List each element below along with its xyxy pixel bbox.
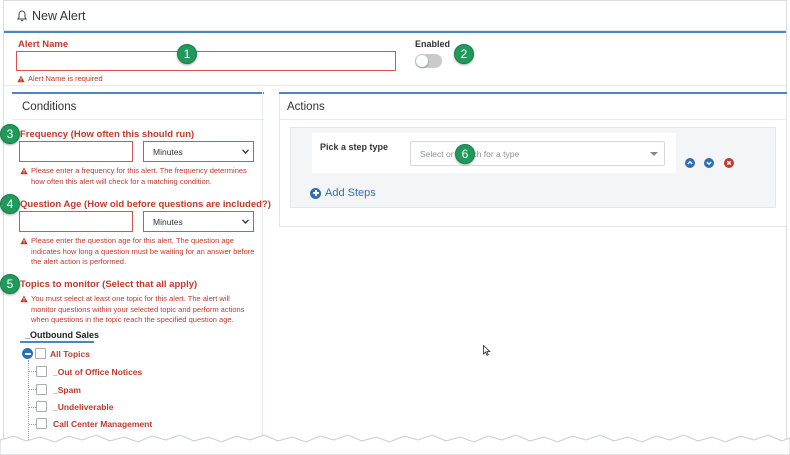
callout-badge: 2 [454,44,474,64]
alert-name-input[interactable] [16,51,396,71]
topic-item-label: _Out of Office Notices [53,367,143,377]
question-age-error: Please enter the question age for this a… [20,236,256,268]
move-up-icon[interactable] [685,158,695,168]
topic-item-label: _Undeliverable [53,402,114,412]
conditions-border [262,92,263,452]
add-steps-button[interactable]: Add Steps [310,187,376,199]
add-steps-label: Add Steps [325,187,376,199]
tree-connector [29,371,36,372]
conditions-title: Conditions [22,101,77,113]
question-age-error-text: Please enter the question age for this a… [31,236,255,266]
warning-icon [20,295,28,303]
frequency-unit-select[interactable]: Minutes [143,141,254,162]
topic-checkbox[interactable] [36,384,47,395]
actions-accent-line [279,92,787,94]
move-down-icon[interactable] [704,158,714,168]
collapse-icon[interactable] [22,348,33,359]
alert-name-error: Alert Name is required [17,74,103,85]
callout-badge: 1 [177,44,197,64]
step-type-select[interactable]: Select or search for a type [410,141,665,166]
topics-error: You must select at least one topic for t… [20,294,256,326]
alert-name-error-text: Alert Name is required [28,74,103,83]
topic-item-label: _Spam [53,385,81,395]
topics-label: Topics to monitor (Select that all apply… [20,279,198,290]
warning-icon [17,75,25,83]
topic-tab-underline [20,341,94,343]
enabled-label: Enabled [415,39,451,49]
frequency-error: Please enter a frequency for this alert.… [20,166,256,187]
question-age-label: Question Age (How old before questions a… [20,199,271,210]
frequency-error-text: Please enter a frequency for this alert.… [31,166,247,186]
bell-icon [16,9,28,21]
topics-error-text: You must select at least one topic for t… [31,294,245,324]
warning-icon [20,167,28,175]
warning-icon [20,237,28,245]
topic-all-label: All Topics [50,349,90,359]
chevron-down-icon [242,219,249,224]
tree-connector [29,389,36,390]
toggle-knob [416,55,428,67]
caret-down-icon [650,152,658,156]
conditions-accent-line [12,92,264,94]
tree-connector [29,424,36,425]
actions-divider [279,119,787,120]
header-accent-line [4,31,786,33]
section-divider [4,85,786,86]
topic-checkbox-all[interactable] [35,348,46,359]
step-type-label: Pick a step type [320,142,389,152]
chevron-down-icon [242,149,249,154]
callout-badge: 6 [455,144,475,164]
alert-name-label: Alert Name [18,39,69,50]
tree-connector [29,407,36,408]
question-age-input[interactable] [19,211,133,232]
topic-tab-outbound-sales[interactable]: _Outbound Sales [25,330,99,340]
torn-edge [0,434,790,455]
topic-item-label: Call Center Management [53,419,153,429]
callout-badge: 3 [0,124,20,144]
question-age-unit-select[interactable]: Minutes [143,211,254,232]
topic-checkbox[interactable] [36,366,47,377]
conditions-divider [12,119,264,120]
remove-step-icon[interactable] [724,158,734,168]
plus-circle-icon [310,187,321,199]
window-header: New Alert [4,1,786,31]
frequency-unit-value: Minutes [153,146,183,157]
callout-badge: 5 [0,274,20,294]
question-age-unit-value: Minutes [153,216,183,227]
page-title: New Alert [32,8,86,23]
enabled-toggle[interactable] [415,54,442,68]
mouse-cursor-icon [483,345,491,356]
topic-checkbox[interactable] [36,401,47,412]
actions-title: Actions [287,101,325,113]
callout-badge: 4 [0,194,20,214]
frequency-input[interactable] [19,141,133,162]
topic-checkbox[interactable] [36,418,47,429]
frequency-label: Frequency (How often this should run) [20,129,195,140]
